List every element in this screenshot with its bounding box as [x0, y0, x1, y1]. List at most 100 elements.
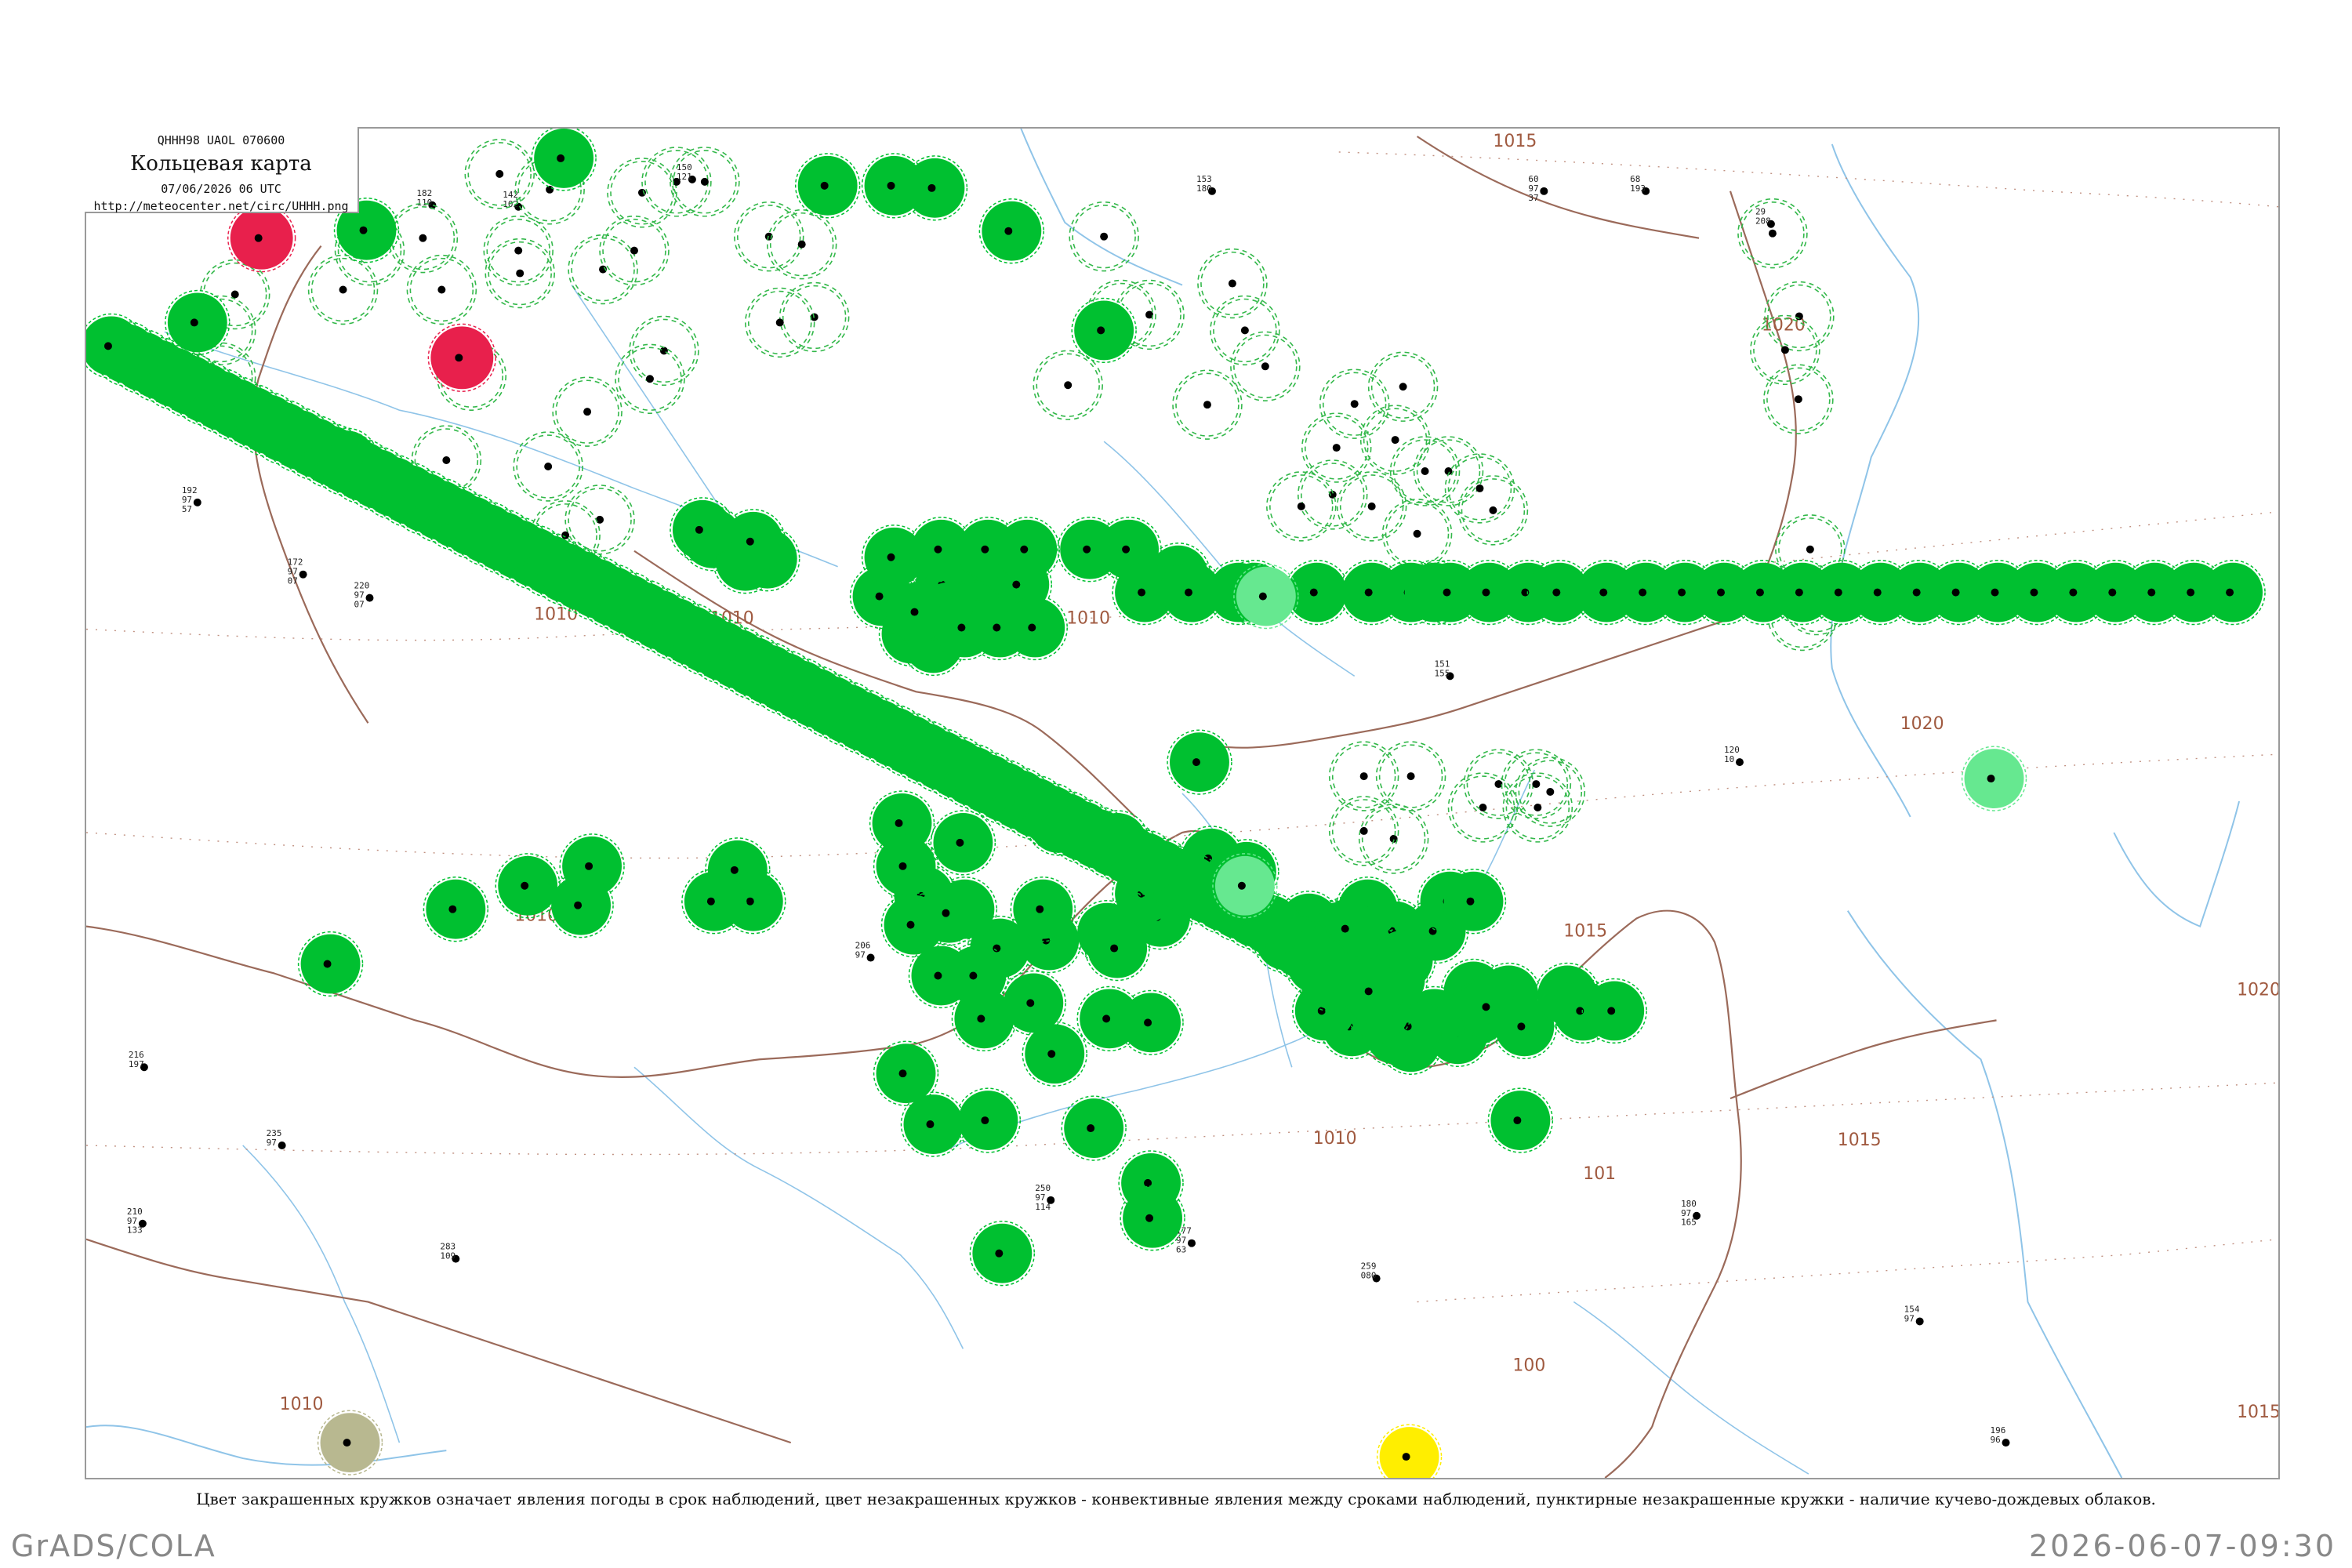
station-dot — [956, 838, 964, 847]
station-dot — [1489, 506, 1497, 514]
station-dot — [1097, 326, 1105, 335]
station-green[interactable] — [1487, 1087, 1554, 1153]
station-dot — [1717, 588, 1726, 597]
station-dot — [1036, 905, 1044, 913]
station-dot — [981, 545, 989, 554]
station-dot — [1402, 1453, 1410, 1461]
station-dot — [1540, 187, 1548, 195]
station-cb-cloud-ring[interactable] — [744, 287, 815, 358]
station-cb-cloud-ring[interactable] — [552, 376, 622, 447]
station-cb-cloud-ring[interactable] — [1033, 350, 1103, 420]
footer-software: GrADS/COLA — [11, 1529, 216, 1563]
station-cb-cloud-ring[interactable] — [1297, 459, 1368, 530]
station-green[interactable] — [978, 198, 1045, 264]
coastline-okhotsk — [1020, 129, 1183, 286]
station-data-label: 172 97 07 — [288, 557, 307, 586]
station-cb-cloud-ring[interactable] — [607, 158, 677, 228]
station-dot — [1795, 588, 1803, 597]
station-cb-cloud-ring[interactable] — [766, 209, 837, 280]
station-data-label: 210 97 133 — [127, 1207, 147, 1236]
station-cb-cloud-ring[interactable] — [1463, 749, 1534, 819]
station-dot — [557, 154, 565, 162]
station-dot — [1443, 588, 1451, 597]
isobar-label: 1020 — [1900, 714, 1944, 734]
station-yellow[interactable] — [1376, 1424, 1443, 1478]
station-dot — [1228, 279, 1236, 288]
station-green[interactable] — [969, 1221, 1036, 1287]
station-dot — [1991, 588, 1999, 597]
map-header: QHHH98 UAOL 070600 Кольцевая карта 07/06… — [85, 127, 359, 213]
station-dot — [1806, 545, 1814, 554]
station-cb-cloud-ring[interactable] — [641, 147, 712, 217]
station-cb-cloud-ring[interactable] — [1319, 368, 1390, 439]
station-cb-cloud-ring[interactable] — [1266, 471, 1337, 542]
station-dot — [254, 234, 263, 242]
station-cb-cloud-ring[interactable] — [1763, 364, 1834, 434]
station-green[interactable] — [1167, 729, 1232, 795]
station-dot — [1004, 227, 1013, 235]
station-cb-cloud-ring[interactable] — [307, 254, 379, 325]
station-data-label: 153 180 — [1196, 174, 1216, 195]
station-data-label: 250 97 114 — [1035, 1183, 1055, 1212]
station-dot — [1399, 383, 1407, 391]
station-green[interactable] — [548, 873, 614, 938]
station-green[interactable] — [531, 129, 597, 191]
station-green[interactable] — [86, 313, 144, 379]
station-light-green[interactable] — [1961, 746, 2027, 811]
stations — [86, 129, 2266, 1478]
station-dot — [1912, 588, 1921, 597]
isobar-label: 101 — [1583, 1164, 1616, 1184]
station-data-label: 180 97 165 — [1681, 1199, 1701, 1228]
station-dot — [437, 285, 446, 294]
station-cb-cloud-ring[interactable] — [1210, 295, 1280, 366]
station-green[interactable] — [1061, 1095, 1127, 1161]
station-green[interactable] — [297, 931, 364, 997]
bulletin-code: QHHH98 UAOL 070600 — [157, 133, 285, 147]
station-dot — [898, 862, 907, 870]
border-primorye — [1730, 1019, 1997, 1100]
station-cb-cloud-ring[interactable] — [564, 485, 635, 555]
station-cb-cloud-ring[interactable] — [464, 139, 535, 209]
station-dot — [1012, 580, 1021, 589]
station-cb-cloud-ring[interactable] — [1197, 248, 1268, 319]
isobar-label: 1010 — [280, 1395, 324, 1414]
station-dot — [1475, 484, 1484, 492]
station-dot — [1192, 758, 1200, 767]
station-cb-cloud-ring[interactable] — [1381, 499, 1453, 569]
station-dot — [895, 818, 903, 827]
station-cb-cloud-ring[interactable] — [734, 201, 804, 272]
station-cb-cloud-ring[interactable] — [1172, 369, 1243, 440]
station-green[interactable] — [423, 877, 489, 942]
station-cb-cloud-ring[interactable] — [1737, 198, 1808, 269]
station-dot — [596, 515, 604, 524]
station-dot — [1020, 545, 1029, 554]
station-red[interactable] — [427, 323, 497, 392]
station-cb-cloud-ring[interactable] — [1515, 757, 1586, 827]
station-data-label: 283 109 — [440, 1242, 460, 1263]
station-green[interactable] — [930, 810, 996, 876]
station-cb-cloud-ring[interactable] — [1457, 475, 1529, 546]
station-cb-cloud-ring[interactable] — [1069, 201, 1139, 272]
station-values: 68 193 — [1630, 174, 1646, 194]
station-dot — [1026, 999, 1035, 1007]
station-cb-cloud-ring[interactable] — [406, 254, 477, 325]
station-data-label: 259 080 — [1361, 1261, 1381, 1283]
station-data-label: 151 155 — [1435, 659, 1454, 681]
station-dot — [706, 897, 715, 906]
border-north-chukotka — [1416, 136, 1700, 239]
station-dot — [1768, 229, 1777, 238]
station-dot — [1203, 401, 1211, 409]
station-red[interactable] — [227, 204, 296, 273]
station-cb-cloud-ring[interactable] — [1301, 412, 1372, 483]
station-dot — [1102, 1014, 1111, 1023]
station-dot — [544, 463, 553, 470]
station-cb-cloud-ring[interactable] — [1367, 351, 1439, 422]
station-cb-cloud-ring[interactable] — [1230, 331, 1301, 401]
station-dot — [1087, 1124, 1095, 1133]
station-dot — [1513, 1116, 1522, 1125]
station-cb-cloud-ring[interactable] — [629, 315, 699, 387]
coastline-west — [86, 1425, 447, 1466]
station-cb-cloud-ring[interactable] — [1375, 741, 1446, 811]
station-dot — [700, 177, 709, 186]
station-green[interactable] — [794, 153, 861, 219]
